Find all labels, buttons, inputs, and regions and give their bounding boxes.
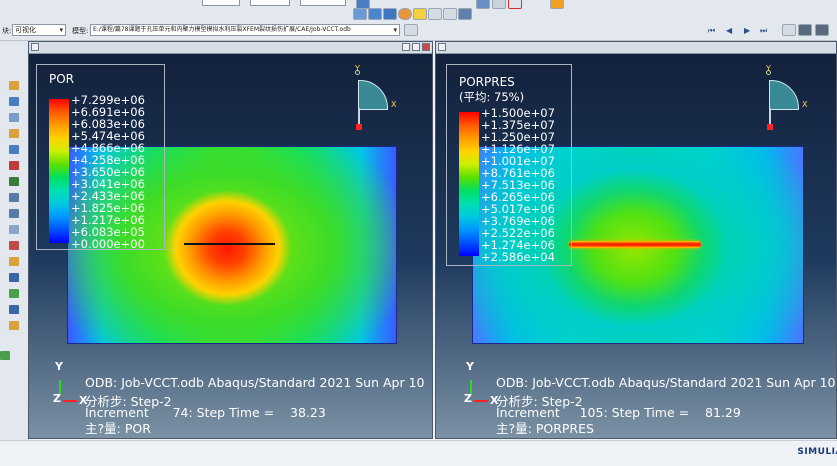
chevron-down-icon: ▾ (393, 26, 397, 34)
model-label: 模型: (72, 27, 89, 35)
tool-icon-16[interactable] (9, 321, 19, 330)
axis-x-arrow (63, 400, 77, 402)
frame-settings-icon[interactable] (782, 24, 796, 36)
redo-icon[interactable] (443, 8, 457, 20)
render-wireframe-icon[interactable] (353, 8, 367, 20)
maximize-icon[interactable] (412, 43, 420, 51)
select-arrow-icon[interactable] (413, 8, 427, 20)
triad-quarter (358, 80, 388, 110)
render-hidden-icon[interactable] (368, 8, 382, 20)
tool-icon-6[interactable] (9, 161, 19, 170)
render-filled-icon[interactable] (383, 8, 397, 20)
tool-icon-9[interactable] (9, 209, 19, 218)
tool-icon-8[interactable] (9, 193, 19, 202)
viewport-porpres[interactable]: PORPRES (平均: 75%) +1.500e+07 +1.375e+07 +1… (435, 41, 837, 439)
triad-x-label: X (391, 100, 397, 109)
axis-z-label: Z (53, 392, 61, 405)
odb-info: ODB: Job-VCCT.odb Abaqus/Standard 2021 S… (496, 375, 836, 390)
chevron-down-icon: ▾ (59, 26, 63, 34)
legend-tick: +0.000e+00 (71, 237, 145, 251)
query-icon[interactable] (492, 0, 506, 9)
palette-icon[interactable] (550, 0, 564, 9)
colorbar (49, 99, 69, 243)
viewport-titlebar[interactable] (29, 42, 432, 54)
tool-icon-4[interactable] (9, 129, 19, 138)
tool-icon-2[interactable] (9, 97, 19, 106)
odb-info: ODB: Job-VCCT.odb Abaqus/Standard 2021 S… (85, 375, 425, 390)
undo-icon[interactable] (428, 8, 442, 20)
crack-line (184, 243, 275, 245)
tool-icon-17[interactable] (0, 351, 10, 360)
viewport-por[interactable]: POR +7.299e+06 +6.691e+06 +6.083e+06 +5.474… (28, 41, 433, 439)
legend-title: POR (49, 72, 75, 86)
tool-icon-10[interactable] (9, 225, 19, 234)
camera-icon[interactable] (798, 24, 812, 36)
render-shaded-icon[interactable] (398, 8, 412, 20)
viewport-menu-icon[interactable] (31, 43, 39, 51)
toolbar-field-3[interactable] (300, 0, 346, 6)
triad-y-label: Y (355, 64, 360, 73)
tool-icon-13[interactable] (9, 273, 19, 282)
module-label: 块: (2, 27, 12, 35)
tool-icon-3[interactable] (9, 113, 19, 122)
module-value: 可视化 (15, 26, 36, 34)
status-bar: SIMULIA (0, 440, 837, 466)
primary-var-info: 主?量: PORPRES (496, 421, 594, 436)
toolbar-field-1[interactable] (202, 0, 240, 6)
info-clip: ODB: Job-VCCT.odb Abaqus/Standard 2021 S… (436, 42, 836, 438)
orientation-triad: X Y (349, 64, 409, 134)
model-path: E:/课程/篇78课题于孔压单元和内聚力模型模拟水利压裂XFEM裂纹损伤扩展/C… (93, 26, 351, 33)
movie-icon[interactable] (815, 24, 829, 36)
next-frame-icon[interactable]: ▶ (744, 26, 750, 35)
grid-icon[interactable] (458, 8, 472, 20)
tool-icon-5[interactable] (9, 145, 19, 154)
left-toolbox (0, 41, 29, 440)
last-frame-icon[interactable]: ⏭ (760, 26, 767, 36)
tool-icon-7[interactable] (9, 177, 19, 186)
prev-frame-icon[interactable]: ◀ (726, 26, 732, 35)
toolbar-field-2[interactable] (250, 0, 290, 6)
tool-icon-11[interactable] (9, 241, 19, 250)
first-frame-icon[interactable]: ⏮ (708, 26, 715, 36)
minimize-icon[interactable] (402, 43, 410, 51)
triad-origin (356, 124, 362, 130)
module-select[interactable]: 可视化 ▾ (12, 24, 66, 36)
tool-icon-1[interactable] (9, 81, 19, 90)
model-path-select[interactable]: E:/课程/篇78课题于孔压单元和内聚力模型模拟水利压裂XFEM裂纹损伤扩展/C… (90, 24, 400, 36)
delete-icon[interactable] (508, 0, 522, 9)
brand-logo: SIMULIA (797, 447, 837, 457)
tool-icon-15[interactable] (9, 305, 19, 314)
view-iso-icon[interactable] (476, 0, 490, 9)
tool-icon-12[interactable] (9, 257, 19, 266)
legend-por: POR +7.299e+06 +6.691e+06 +6.083e+06 +5.474… (36, 64, 165, 250)
model-apply-icon[interactable] (404, 24, 418, 36)
top-toolbar: 块: 可视化 ▾ 模型: E:/课程/篇78课题于孔压单元和内聚力模型模拟水利压… (0, 0, 837, 41)
axis-y-label: Y (55, 360, 63, 373)
close-icon[interactable] (422, 43, 430, 51)
tool-icon-14[interactable] (9, 289, 19, 298)
primary-var-info: 主?量: POR (85, 421, 151, 436)
